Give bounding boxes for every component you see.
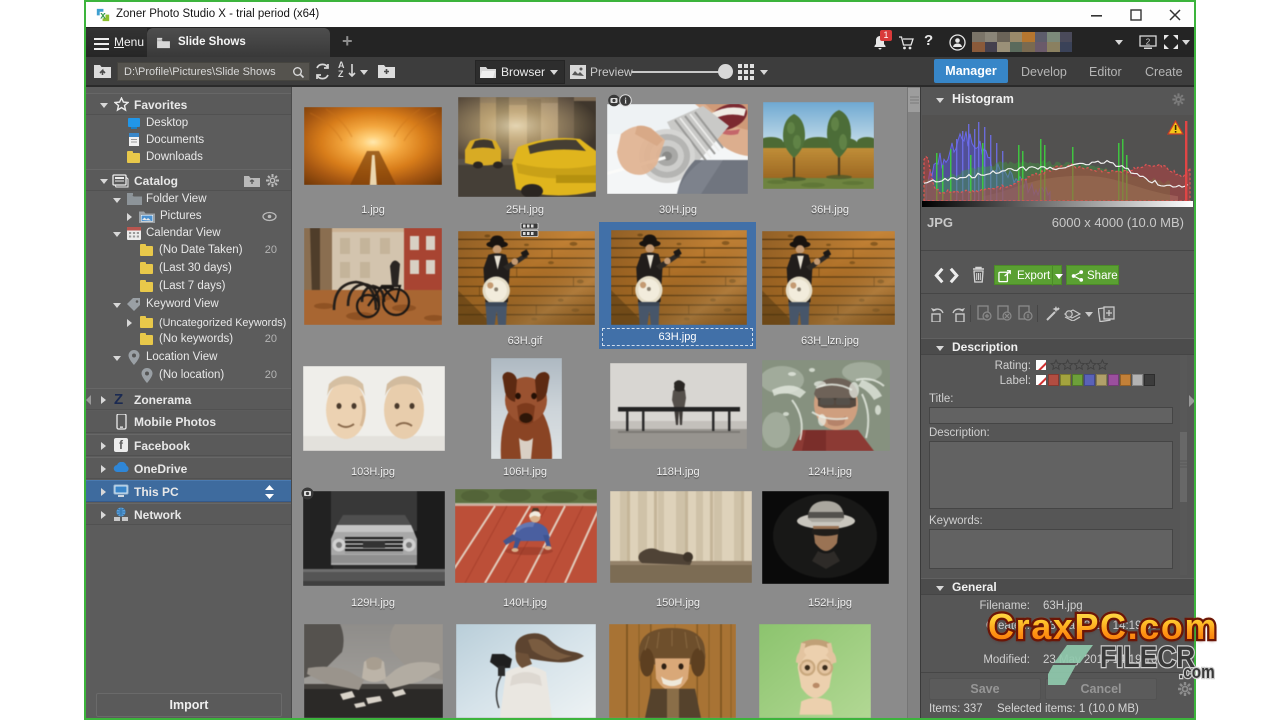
svg-text:x: x <box>100 11 106 22</box>
svg-text:2: 2 <box>1146 38 1151 47</box>
